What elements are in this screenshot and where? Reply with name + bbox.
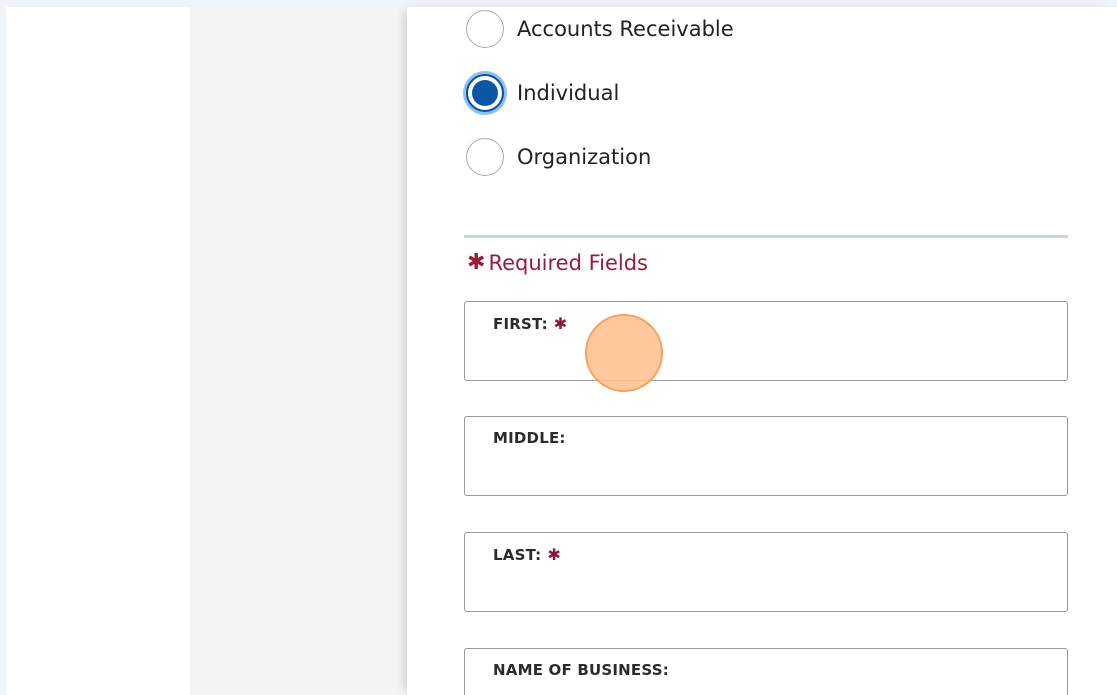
click-indicator <box>585 314 663 392</box>
last-name-field[interactable]: LAST: ✱ <box>464 532 1068 612</box>
last-name-input[interactable] <box>493 573 1037 605</box>
radio-button-unchecked[interactable] <box>466 10 504 48</box>
radio-organization[interactable]: Organization <box>466 138 651 176</box>
first-name-input[interactable] <box>493 342 1037 374</box>
radio-accounts-receivable[interactable]: Accounts Receivable <box>466 10 734 48</box>
required-fields-text: Required Fields <box>488 250 648 275</box>
business-name-field[interactable]: NAME OF BUSINESS: <box>464 648 1068 695</box>
left-side-panel <box>190 7 407 695</box>
radio-button-unchecked[interactable] <box>466 138 504 176</box>
radio-label-accounts-receivable: Accounts Receivable <box>517 17 734 41</box>
radio-button-checked[interactable] <box>466 74 504 112</box>
middle-name-field[interactable]: MIDDLE: <box>464 416 1068 496</box>
form-panel: Accounts Receivable Individual Organizat… <box>407 7 1117 695</box>
first-name-field[interactable]: FIRST: ✱ <box>464 301 1068 381</box>
first-name-label: FIRST: ✱ <box>493 314 567 333</box>
required-asterisk-icon: ✱ <box>553 314 568 333</box>
last-name-label: LAST: ✱ <box>493 545 561 564</box>
section-divider <box>464 235 1068 238</box>
radio-label-organization: Organization <box>517 145 652 169</box>
middle-name-input[interactable] <box>493 457 1037 489</box>
required-fields-note: ✱ Required Fields <box>467 250 648 275</box>
last-name-label-text: LAST: <box>493 546 542 564</box>
radio-label-individual: Individual <box>517 81 620 105</box>
required-asterisk-icon: ✱ <box>547 545 561 564</box>
required-asterisk-icon: ✱ <box>467 250 486 275</box>
first-name-label-text: FIRST: <box>493 315 548 333</box>
middle-name-label: MIDDLE: <box>493 429 566 447</box>
radio-individual[interactable]: Individual <box>466 74 619 112</box>
business-name-input[interactable] <box>493 689 1037 695</box>
business-name-label: NAME OF BUSINESS: <box>493 661 669 679</box>
